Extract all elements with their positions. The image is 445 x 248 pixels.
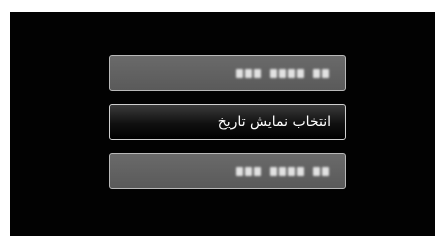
menu-item-3[interactable] xyxy=(109,153,346,189)
menu-item-date-display-selection[interactable]: انتخاب نمایش تاریخ xyxy=(109,104,346,140)
obscured-label xyxy=(236,68,329,78)
menu-item-label: انتخاب نمایش تاریخ xyxy=(217,114,331,130)
menu-screen: انتخاب نمایش تاریخ xyxy=(10,12,435,236)
obscured-label xyxy=(236,166,329,176)
menu-item-1[interactable] xyxy=(109,55,346,91)
